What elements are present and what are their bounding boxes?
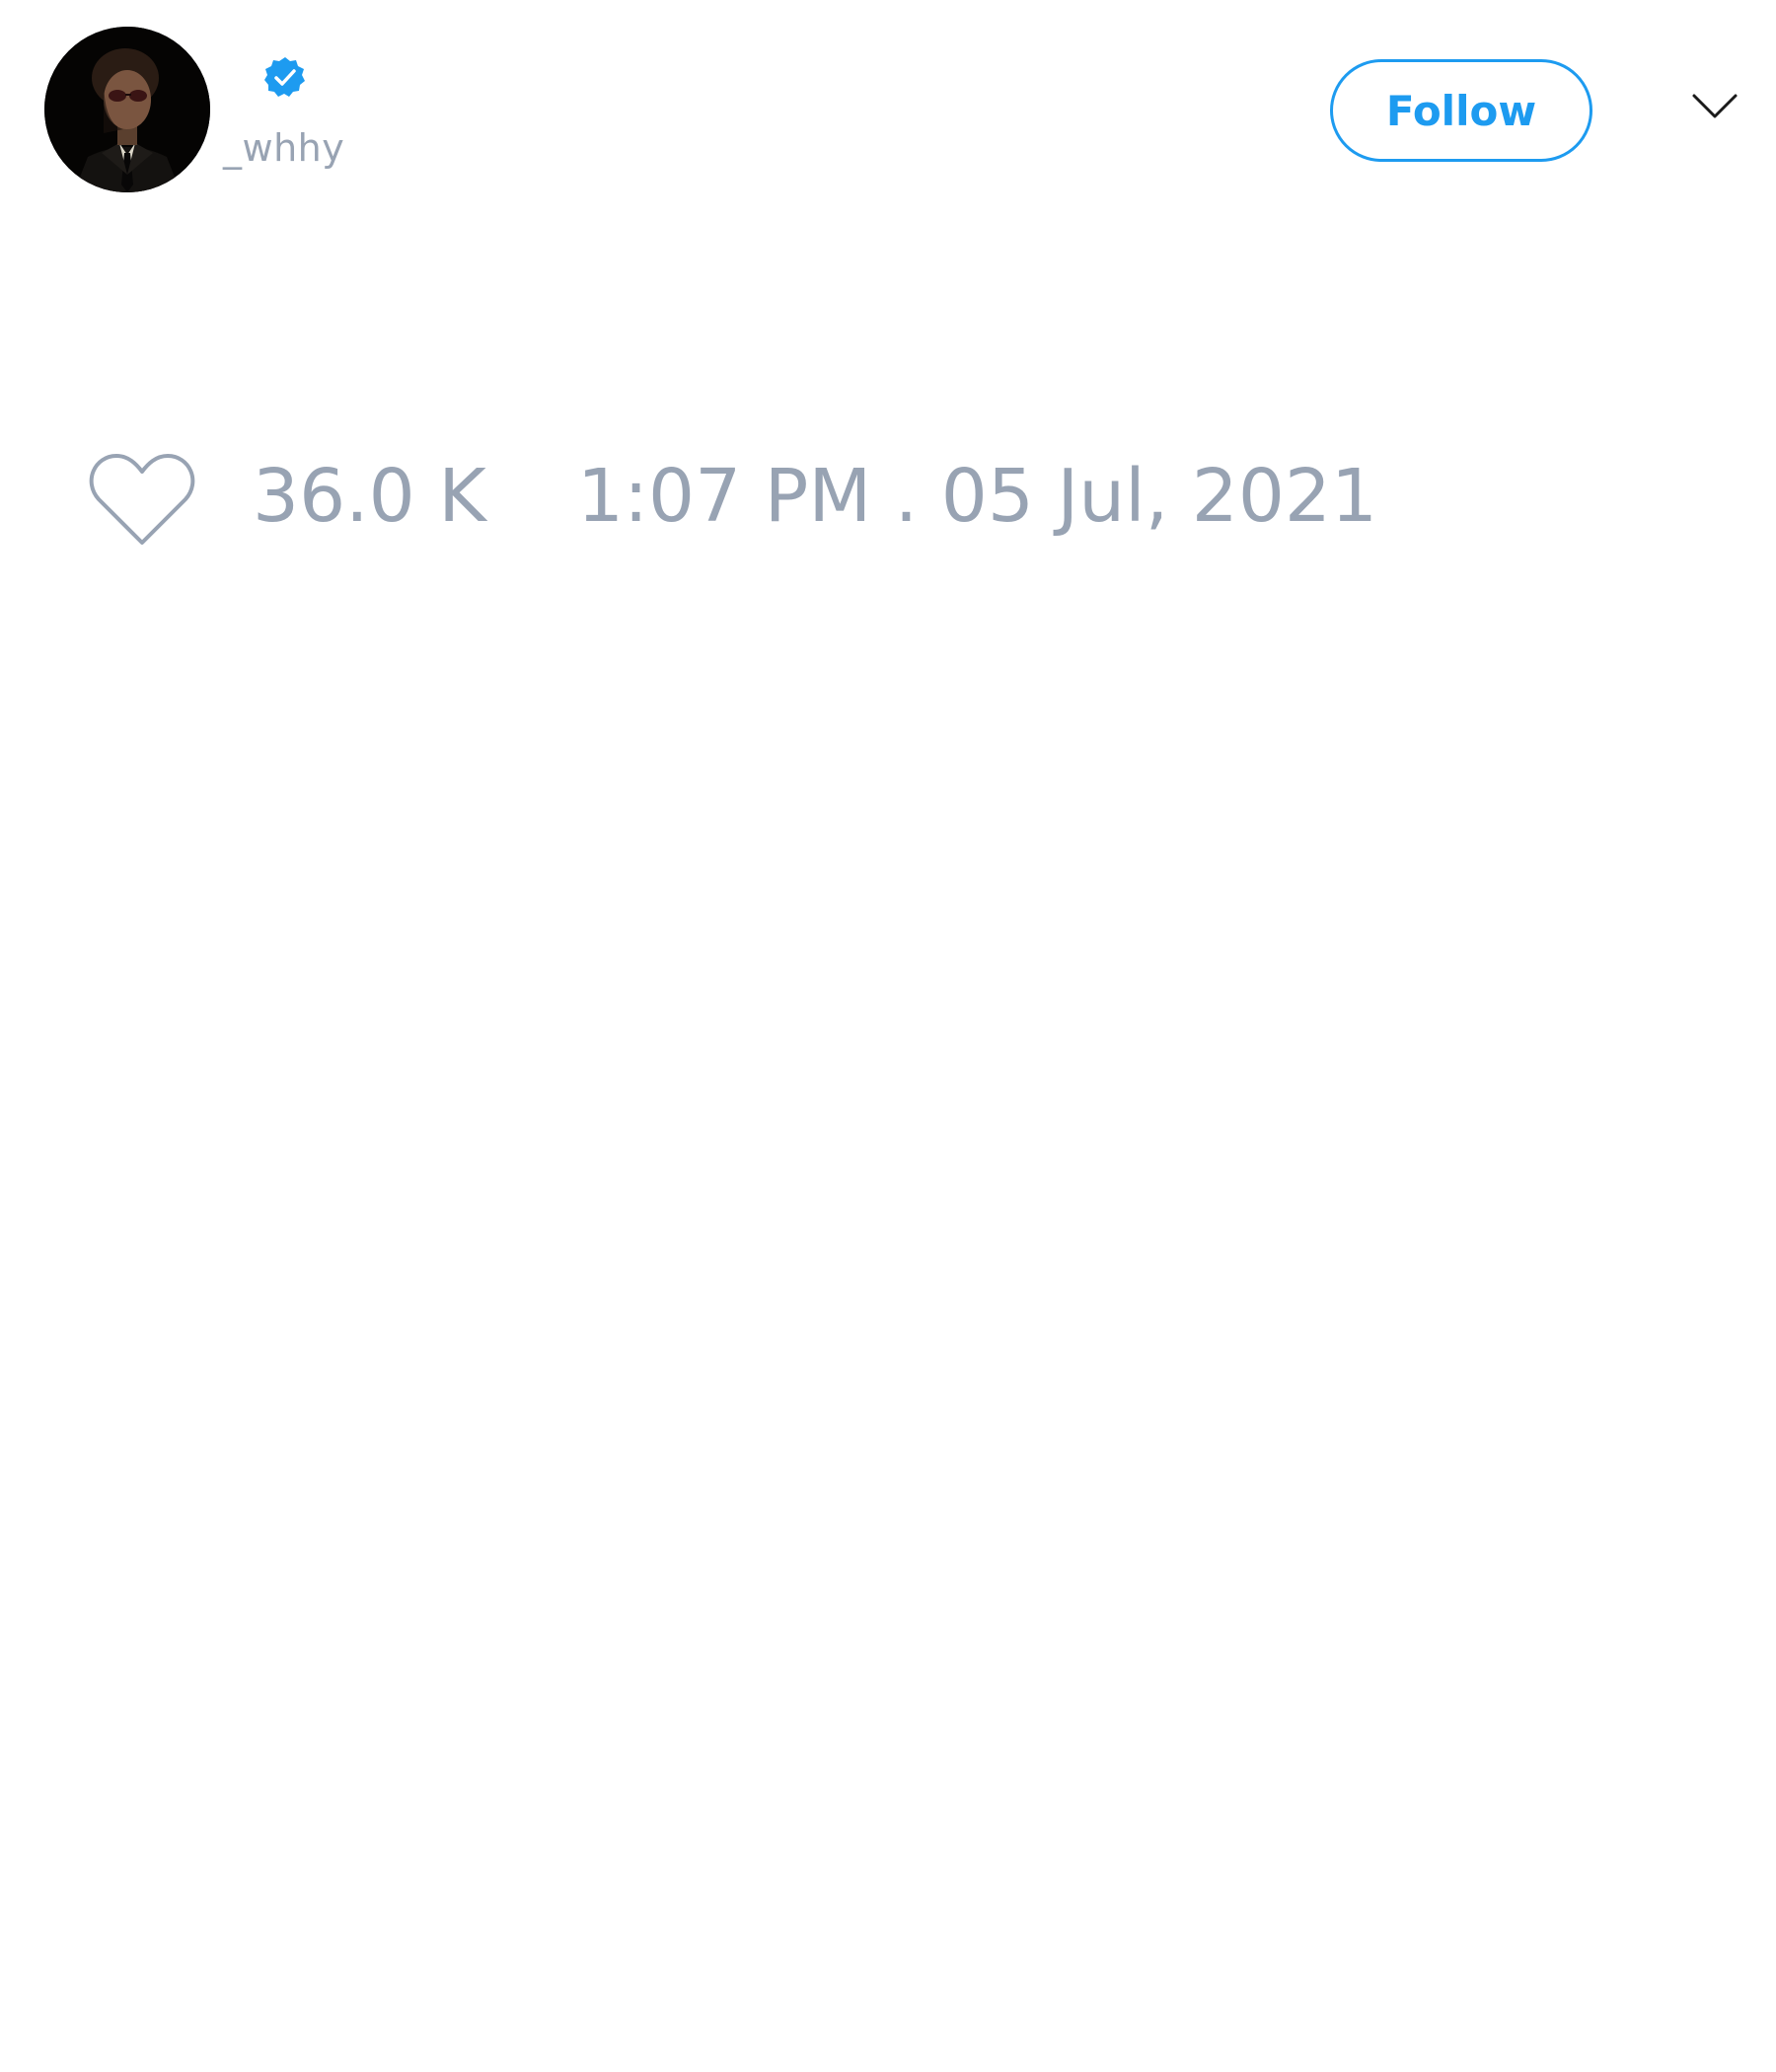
- chevron-down-icon[interactable]: [1691, 91, 1739, 122]
- verified-badge-icon: [264, 57, 305, 97]
- follow-button[interactable]: Follow: [1330, 59, 1592, 162]
- tweet-stats: 36.0 K 1:07 PM . 05 Jul, 2021: [0, 434, 1776, 553]
- like-count: 36.0 K: [253, 454, 486, 539]
- tweet-card: _whhy Follow 36.0 K 1:07 PM . 05 Jul, 20…: [0, 0, 1776, 2072]
- avatar-image: [44, 27, 210, 192]
- tweet-header: _whhy Follow: [0, 0, 1776, 217]
- heart-icon[interactable]: [89, 452, 195, 547]
- user-handle[interactable]: _whhy: [223, 126, 344, 170]
- tweet-timestamp[interactable]: 1:07 PM . 05 Jul, 2021: [577, 454, 1377, 539]
- avatar[interactable]: [44, 27, 210, 192]
